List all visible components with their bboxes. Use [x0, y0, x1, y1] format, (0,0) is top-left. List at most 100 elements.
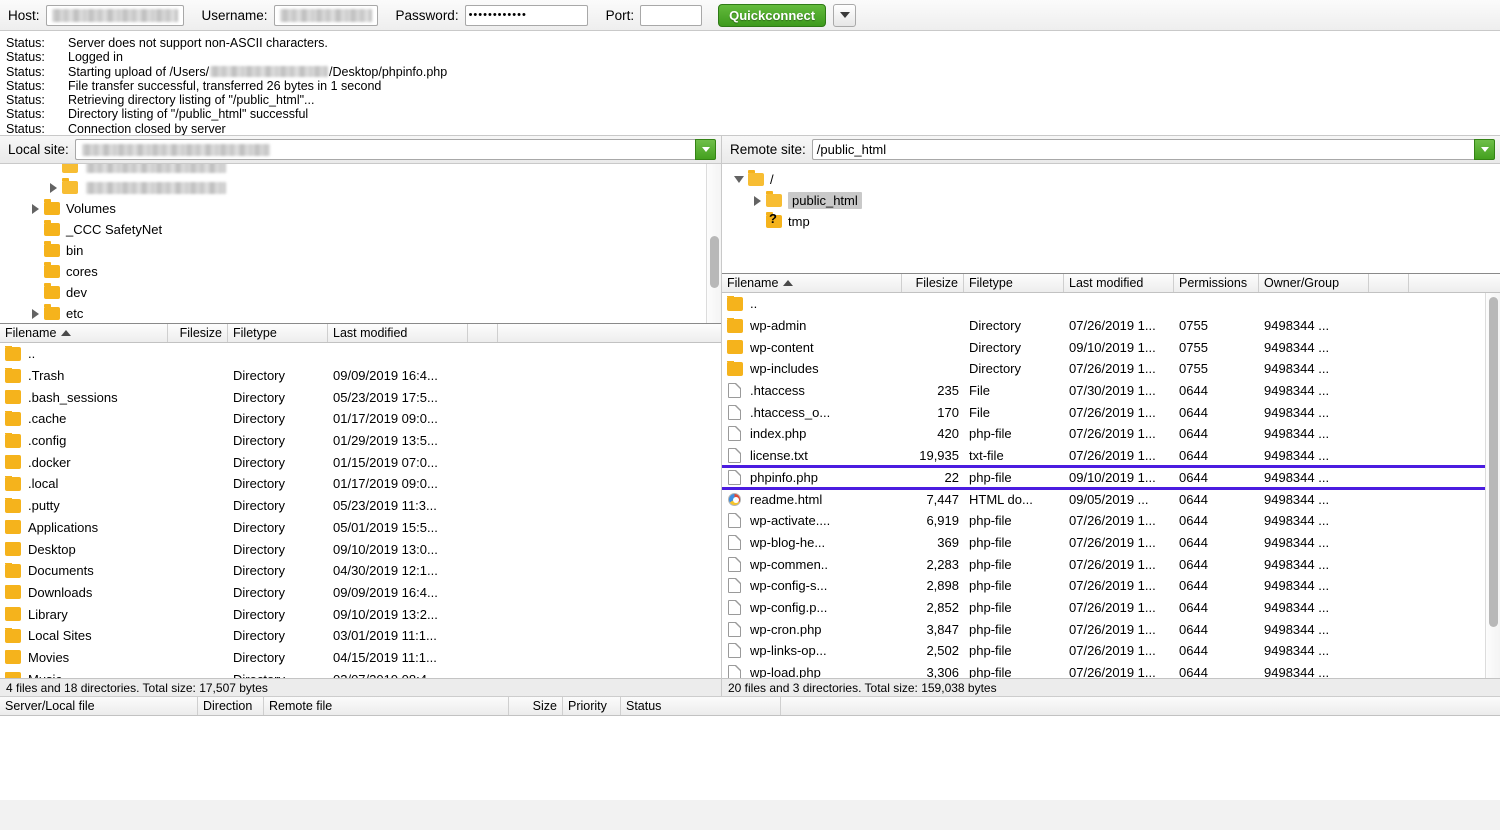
remote-column-filesize[interactable]: Filesize — [902, 274, 964, 292]
remote-file-rows[interactable]: ..wp-adminDirectory07/26/2019 1...075594… — [722, 293, 1500, 678]
local-site-dropdown-button[interactable] — [695, 139, 716, 160]
local-file-name-cell: Desktop — [0, 542, 168, 557]
remote-file-row[interactable]: .htaccess235File07/30/2019 1...064494983… — [722, 380, 1500, 402]
local-site-input[interactable] — [75, 139, 695, 160]
local-file-type: Directory — [228, 411, 328, 426]
local-tree-node[interactable] — [0, 177, 721, 198]
remote-file-row[interactable]: wp-adminDirectory07/26/2019 1...07559498… — [722, 315, 1500, 337]
tree-expander[interactable] — [26, 309, 44, 319]
local-file-row[interactable]: DocumentsDirectory04/30/2019 12:1... — [0, 560, 721, 582]
remote-file-permissions: 0644 — [1174, 513, 1259, 528]
remote-file-row[interactable]: phpinfo.php22php-file09/10/2019 1...0644… — [722, 467, 1500, 489]
remote-column-lastmodified[interactable]: Last modified — [1064, 274, 1174, 292]
remote-column-ownergroup[interactable]: Owner/Group — [1259, 274, 1369, 292]
remote-file-row[interactable]: wp-blog-he...369php-file07/26/2019 1...0… — [722, 532, 1500, 554]
remote-tree-node[interactable]: / — [722, 169, 1500, 190]
port-input[interactable] — [640, 5, 702, 26]
host-input[interactable] — [46, 5, 184, 26]
remote-column-permissions[interactable]: Permissions — [1174, 274, 1259, 292]
local-file-row[interactable]: .. — [0, 343, 721, 365]
transfer-queue-body[interactable] — [0, 716, 1500, 800]
local-column-filetype[interactable]: Filetype — [228, 324, 328, 342]
remote-file-row[interactable]: wp-includesDirectory07/26/2019 1...07559… — [722, 358, 1500, 380]
local-file-row[interactable]: .configDirectory01/29/2019 13:5... — [0, 430, 721, 452]
queue-column-remotefile-label: Remote file — [269, 699, 332, 713]
remote-tree-node[interactable]: public_html — [722, 190, 1500, 211]
local-file-modified: 09/09/2019 16:4... — [328, 585, 468, 600]
remote-file-row[interactable]: wp-contentDirectory09/10/2019 1...075594… — [722, 336, 1500, 358]
remote-column-spacer — [1369, 274, 1409, 292]
queue-column-serverlocalfile[interactable]: Server/Local file — [0, 697, 198, 715]
queue-column-remotefile[interactable]: Remote file — [264, 697, 509, 715]
local-directory-tree[interactable]: Volumes_CCC SafetyNetbincoresdevetc — [0, 164, 721, 324]
remote-file-row[interactable]: wp-load.php3,306php-file07/26/2019 1...0… — [722, 662, 1500, 678]
remote-file-row[interactable]: wp-commen..2,283php-file07/26/2019 1...0… — [722, 553, 1500, 575]
queue-column-size[interactable]: Size — [509, 697, 563, 715]
status-log-message: Server does not support non-ASCII charac… — [68, 36, 328, 50]
local-file-row[interactable]: MoviesDirectory04/15/2019 11:1... — [0, 647, 721, 669]
folder-icon — [5, 650, 21, 664]
remote-column-filename[interactable]: Filename — [722, 274, 902, 292]
local-file-row[interactable]: .localDirectory01/17/2019 09:0... — [0, 473, 721, 495]
local-file-row[interactable]: DesktopDirectory09/10/2019 13:0... — [0, 538, 721, 560]
remote-file-row[interactable]: .htaccess_o...170File07/26/2019 1...0644… — [722, 401, 1500, 423]
local-tree-node[interactable]: etc — [0, 303, 721, 324]
queue-column-priority[interactable]: Priority — [563, 697, 621, 715]
local-column-lastmodified[interactable]: Last modified — [328, 324, 468, 342]
remote-file-owner: 9498344 ... — [1259, 600, 1369, 615]
local-tree-node[interactable] — [0, 164, 721, 177]
local-file-row[interactable]: .cacheDirectory01/17/2019 09:0... — [0, 408, 721, 430]
local-file-rows[interactable]: ...TrashDirectory09/09/2019 16:4....bash… — [0, 343, 721, 678]
local-file-row[interactable]: ApplicationsDirectory05/01/2019 15:5... — [0, 517, 721, 539]
tree-expander[interactable] — [26, 204, 44, 214]
local-column-filename[interactable]: Filename — [0, 324, 168, 342]
local-tree-node[interactable]: dev — [0, 282, 721, 303]
remote-list-scrollbar[interactable] — [1485, 293, 1500, 678]
remote-file-row[interactable]: license.txt19,935txt-file07/26/2019 1...… — [722, 445, 1500, 467]
tree-expander[interactable] — [748, 196, 766, 206]
password-input[interactable]: •••••••••••• — [465, 5, 588, 26]
local-file-row[interactable]: .puttyDirectory05/23/2019 11:3... — [0, 495, 721, 517]
remote-file-row[interactable]: wp-config.p...2,852php-file07/26/2019 1.… — [722, 597, 1500, 619]
local-tree-scroll-thumb[interactable] — [710, 236, 719, 288]
queue-column-direction[interactable]: Direction — [198, 697, 264, 715]
local-file-row[interactable]: DownloadsDirectory09/09/2019 16:4... — [0, 582, 721, 604]
tree-expander[interactable] — [730, 176, 748, 183]
local-file-row[interactable]: .dockerDirectory01/15/2019 07:0... — [0, 451, 721, 473]
remote-file-row[interactable]: .. — [722, 293, 1500, 315]
remote-file-row[interactable]: wp-config-s...2,898php-file07/26/2019 1.… — [722, 575, 1500, 597]
queue-column-status[interactable]: Status — [621, 697, 781, 715]
local-tree-scrollbar[interactable] — [706, 164, 721, 323]
remote-file-row[interactable]: wp-activate....6,919php-file07/26/2019 1… — [722, 510, 1500, 532]
remote-file-size: 3,306 — [902, 665, 964, 678]
quickconnect-history-button[interactable] — [833, 4, 856, 27]
remote-column-filetype[interactable]: Filetype — [964, 274, 1064, 292]
remote-list-scroll-thumb[interactable] — [1489, 297, 1498, 627]
local-tree-node[interactable]: cores — [0, 261, 721, 282]
tree-expander[interactable] — [44, 183, 62, 193]
remote-site-dropdown-button[interactable] — [1474, 139, 1495, 160]
local-file-row[interactable]: .TrashDirectory09/09/2019 16:4... — [0, 365, 721, 387]
local-tree-node[interactable]: bin — [0, 240, 721, 261]
local-file-row[interactable]: Local SitesDirectory03/01/2019 11:1... — [0, 625, 721, 647]
status-log[interactable]: Status:Server does not support non-ASCII… — [0, 31, 1500, 136]
local-file-list[interactable]: Filename Filesize Filetype Last modified… — [0, 324, 721, 678]
local-tree-node[interactable]: Volumes — [0, 198, 721, 219]
remote-file-permissions: 0644 — [1174, 492, 1259, 507]
remote-file-list[interactable]: Filename Filesize Filetype Last modified… — [722, 274, 1500, 678]
remote-file-row[interactable]: index.php420php-file07/26/2019 1...06449… — [722, 423, 1500, 445]
remote-directory-tree[interactable]: /public_htmltmp — [722, 164, 1500, 274]
remote-file-row[interactable]: wp-cron.php3,847php-file07/26/2019 1...0… — [722, 618, 1500, 640]
remote-site-input[interactable]: /public_html — [812, 139, 1474, 160]
local-pane: Local site: Volumes_CCC SafetyNetbincore… — [0, 136, 722, 696]
local-file-row[interactable]: LibraryDirectory09/10/2019 13:2... — [0, 603, 721, 625]
username-input[interactable] — [274, 5, 378, 26]
remote-file-row[interactable]: readme.html7,447HTML do...09/05/2019 ...… — [722, 488, 1500, 510]
local-tree-node[interactable]: _CCC SafetyNet — [0, 219, 721, 240]
local-file-row[interactable]: MusicDirectory03/07/2019 08:4 — [0, 668, 721, 678]
remote-file-row[interactable]: wp-links-op...2,502php-file07/26/2019 1.… — [722, 640, 1500, 662]
local-file-row[interactable]: .bash_sessionsDirectory05/23/2019 17:5..… — [0, 386, 721, 408]
local-column-filesize[interactable]: Filesize — [168, 324, 228, 342]
remote-tree-node[interactable]: tmp — [722, 211, 1500, 232]
quickconnect-button[interactable]: Quickconnect — [718, 4, 826, 27]
